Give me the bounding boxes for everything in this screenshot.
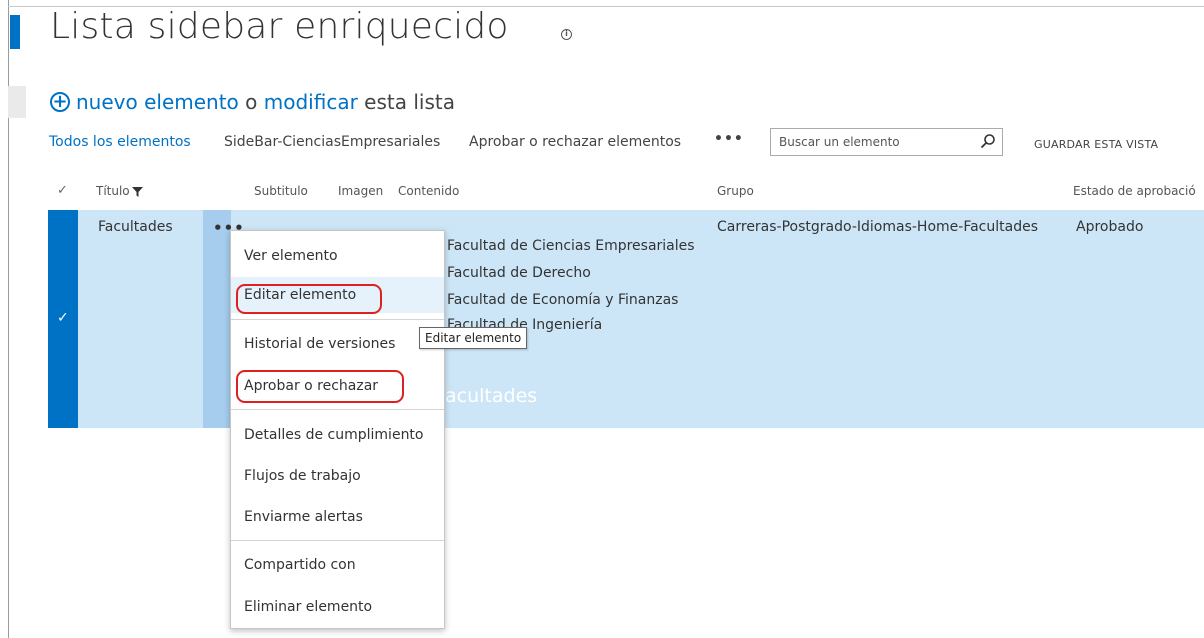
view-all-items[interactable]: Todos los elementos <box>49 134 191 150</box>
search-box <box>770 128 1003 156</box>
page-title: Lista sidebar enriquecido <box>50 6 509 47</box>
menu-separator <box>231 409 444 410</box>
view-sidebar[interactable]: SideBar-CienciasEmpresariales <box>224 134 440 150</box>
column-header-title[interactable]: Título <box>96 184 143 198</box>
new-item-bar: + nuevo elemento o modificar esta lista <box>50 90 455 114</box>
or-label: o <box>245 90 258 114</box>
row-title[interactable]: Facultades <box>98 219 173 235</box>
column-title-label: Título <box>96 184 130 198</box>
more-views-button[interactable]: ••• <box>714 131 744 147</box>
info-icon[interactable]: i <box>561 29 572 40</box>
search-input[interactable] <box>771 129 974 155</box>
row-approval-status: Aprobado <box>1076 219 1144 235</box>
tooltip: Editar elemento <box>419 327 528 349</box>
menu-separator <box>231 319 444 320</box>
view-approve-reject[interactable]: Aprobar o rechazar elementos <box>469 134 681 150</box>
row-group: Carreras-Postgrado-Idiomas-Home-Facultad… <box>717 219 1038 235</box>
menu-item-view[interactable]: Ver elemento <box>231 238 444 274</box>
content-line: Facultad de Ciencias Empresariales <box>447 238 695 254</box>
column-header-group[interactable]: Grupo <box>717 184 754 198</box>
title-accent-bar <box>10 15 20 49</box>
column-header-approval[interactable]: Estado de aprobació <box>1073 184 1196 198</box>
menu-item-workflows[interactable]: Flujos de trabajo <box>231 458 444 494</box>
edit-list-link[interactable]: modificar <box>264 90 358 114</box>
filter-icon <box>131 186 143 197</box>
column-header-content[interactable]: Contenido <box>398 184 459 198</box>
save-view-link[interactable]: GUARDAR ESTA VISTA <box>1034 138 1158 151</box>
this-list-label: esta lista <box>364 90 455 114</box>
row-checkbox[interactable]: ✓ <box>57 310 69 326</box>
menu-separator <box>231 540 444 541</box>
column-header-subtitle[interactable]: Subtitulo <box>254 184 308 198</box>
menu-item-delete[interactable]: Eliminar elemento <box>231 589 444 625</box>
new-item-link[interactable]: nuevo elemento <box>76 90 239 114</box>
menu-item-compliance[interactable]: Detalles de cumplimiento <box>231 417 444 453</box>
row-menu-cell[interactable] <box>203 210 231 428</box>
search-icon[interactable] <box>980 133 996 149</box>
approve-reject-highlight-mark <box>236 370 404 403</box>
plus-circle-icon[interactable]: + <box>50 91 70 112</box>
content-overlay-text: acultades <box>445 385 538 407</box>
column-header-image[interactable]: Imagen <box>338 184 383 198</box>
content-line: Facultad de Economía y Finanzas <box>447 292 679 308</box>
menu-item-shared-with[interactable]: Compartido con <box>231 547 444 583</box>
select-all-checkbox[interactable]: ✓ <box>57 183 68 198</box>
side-strip <box>8 86 26 118</box>
menu-item-version-history[interactable]: Historial de versiones <box>231 326 444 362</box>
menu-item-alerts[interactable]: Enviarme alertas <box>231 499 444 535</box>
content-line: Facultad de Derecho <box>447 265 591 281</box>
edit-item-highlight-mark <box>236 284 382 314</box>
